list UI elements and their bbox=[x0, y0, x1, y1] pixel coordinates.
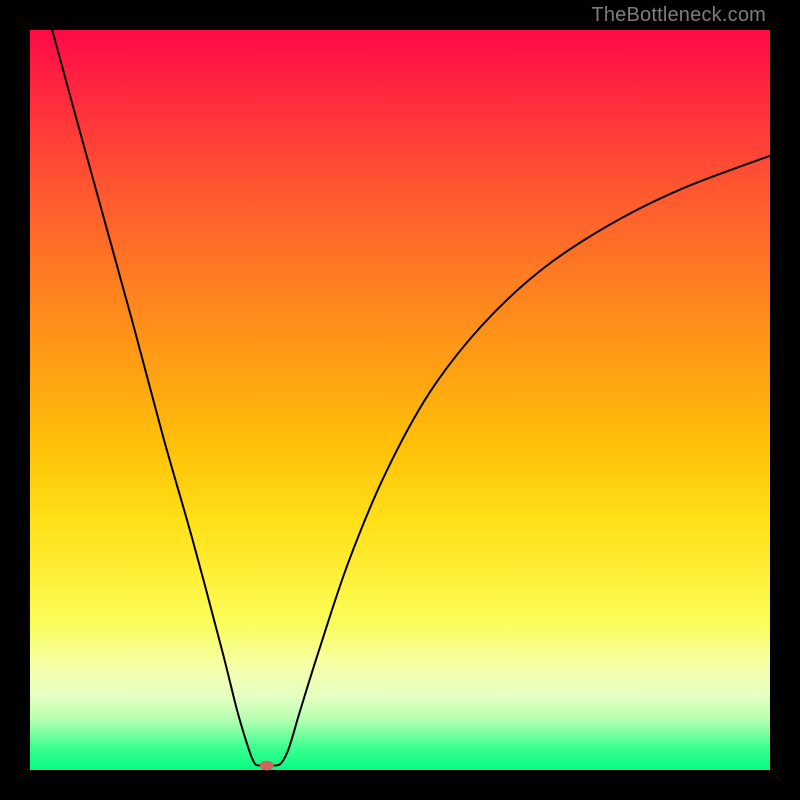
bottleneck-curve bbox=[52, 30, 770, 766]
watermark-text: TheBottleneck.com bbox=[591, 4, 766, 27]
chart-svg bbox=[30, 30, 770, 770]
optimum-marker bbox=[260, 761, 273, 770]
plot-area bbox=[30, 30, 770, 770]
